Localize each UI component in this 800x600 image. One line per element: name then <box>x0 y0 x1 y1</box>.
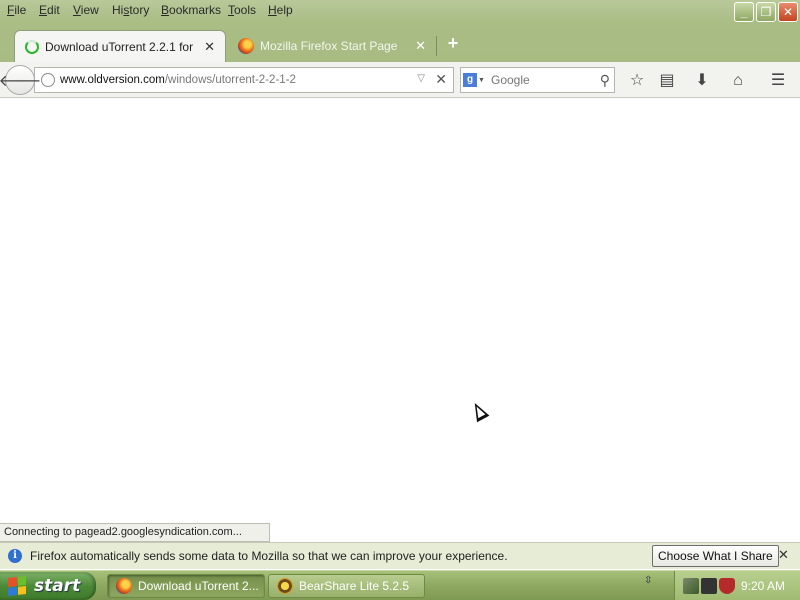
navigation-bar: www.oldversion.com/windows/utorrent-2-2-… <box>0 62 800 98</box>
stop-loading-icon[interactable]: ✕ <box>435 71 447 88</box>
menu-icon[interactable]: ☰ <box>767 70 789 92</box>
windows-logo-icon <box>8 576 26 596</box>
info-icon: i <box>8 549 22 563</box>
url-text: www.oldversion.com/windows/utorrent-2-2-… <box>60 74 296 86</box>
notification-bar: i Firefox automatically sends some data … <box>0 542 800 569</box>
menu-edit[interactable]: Edit <box>39 3 60 17</box>
status-panel: Connecting to pagead2.googlesyndication.… <box>0 523 270 542</box>
page-content[interactable] <box>0 98 800 542</box>
bookmark-star-icon[interactable]: ☆ <box>626 70 648 92</box>
menu-tools[interactable]: Tools <box>228 3 256 17</box>
menu-file[interactable]: File <box>7 3 26 17</box>
new-tab-button[interactable]: + <box>444 34 462 52</box>
menu-bookmarks[interactable]: Bookmarks <box>161 3 221 17</box>
tab-title: Download uTorrent 2.2.1 for ... <box>45 39 195 54</box>
firefox-icon <box>116 578 132 594</box>
clock[interactable]: 9:20 AM <box>741 579 785 593</box>
start-button[interactable]: start <box>0 572 96 600</box>
tray-expand-icon[interactable]: ⇳ <box>644 576 652 586</box>
tab-firefox-start[interactable]: Mozilla Firefox Start Page ✕ <box>228 30 436 62</box>
mouse-cursor <box>468 399 490 423</box>
restore-button[interactable]: ❐ <box>756 2 776 22</box>
menu-view[interactable]: View <box>73 3 99 17</box>
bearshare-icon <box>277 578 293 594</box>
menu-bar: File Edit View History Bookmarks Tools H… <box>0 0 800 22</box>
notification-text: Firefox automatically sends some data to… <box>30 549 508 563</box>
minimize-button[interactable]: _ <box>734 2 754 22</box>
tab-separator <box>436 36 437 56</box>
menu-history[interactable]: History <box>112 3 149 17</box>
volume-icon[interactable] <box>701 578 717 594</box>
tab-bar: Download uTorrent 2.2.1 for ... ✕ Mozill… <box>0 28 800 62</box>
chevron-down-icon: ▼ <box>478 76 485 84</box>
menu-help[interactable]: Help <box>268 3 293 17</box>
globe-icon <box>41 73 55 87</box>
security-shield-icon[interactable] <box>719 578 735 594</box>
bookmarks-menu-icon[interactable]: ▤ <box>656 70 678 92</box>
window-controls: _ ❐ ✕ <box>734 2 798 22</box>
url-dropdown-icon[interactable]: ▽ <box>417 73 425 84</box>
tab-utorrent[interactable]: Download uTorrent 2.2.1 for ... ✕ <box>14 30 226 62</box>
start-label: start <box>34 576 81 596</box>
url-bar[interactable]: www.oldversion.com/windows/utorrent-2-2-… <box>34 67 454 93</box>
back-button[interactable]: 🡐 <box>0 65 41 95</box>
system-tray: 9:20 AM <box>674 571 800 600</box>
browser-chrome: File Edit View History Bookmarks Tools H… <box>0 0 800 98</box>
taskbar-item-firefox[interactable]: Download uTorrent 2... <box>107 574 265 598</box>
close-notification-icon[interactable]: ✕ <box>778 547 789 563</box>
loading-icon <box>25 39 39 54</box>
close-tab-icon[interactable]: ✕ <box>415 38 426 54</box>
taskbar: start Download uTorrent 2... BearShare L… <box>0 570 800 600</box>
downloads-icon[interactable]: ⬇ <box>691 70 713 92</box>
network-icon[interactable] <box>683 578 699 594</box>
tab-title: Mozilla Firefox Start Page <box>260 39 398 53</box>
taskbar-item-bearshare[interactable]: BearShare Lite 5.2.5 <box>268 574 425 598</box>
search-engine-selector[interactable]: g ▼ <box>461 68 487 92</box>
taskbar-item-label: BearShare Lite 5.2.5 <box>299 579 410 593</box>
close-window-button[interactable]: ✕ <box>778 2 798 22</box>
search-input[interactable] <box>491 73 589 87</box>
home-icon[interactable]: ⌂ <box>727 70 749 92</box>
choose-what-i-share-button[interactable]: Choose What I Share <box>652 545 779 567</box>
close-tab-icon[interactable]: ✕ <box>204 39 215 55</box>
search-bar: g ▼ ⚲ <box>460 67 615 93</box>
google-icon: g <box>463 73 478 87</box>
taskbar-item-label: Download uTorrent 2... <box>138 579 259 593</box>
search-icon[interactable]: ⚲ <box>600 72 610 89</box>
firefox-icon <box>238 38 254 54</box>
